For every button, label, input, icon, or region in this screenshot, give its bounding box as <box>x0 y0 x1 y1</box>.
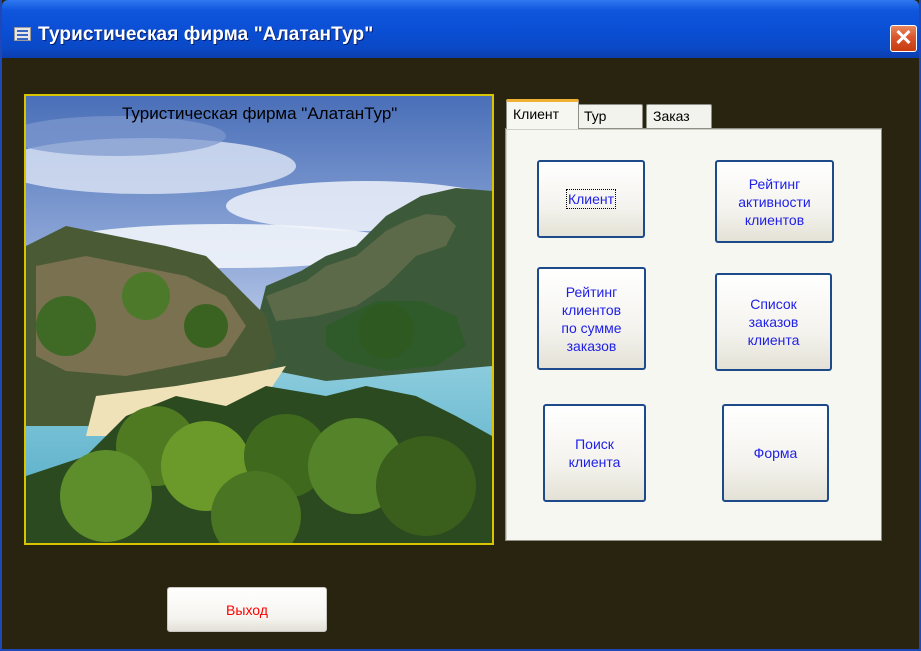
form-icon <box>14 27 31 41</box>
client-rating-by-order-sum-button[interactable]: Рейтинг клиентов по сумме заказов <box>537 267 646 370</box>
button-label-line: Список <box>750 296 797 312</box>
window-title: Туристическая фирма "АлатанТур" <box>38 24 374 45</box>
tab-client[interactable]: Клиент <box>506 99 579 129</box>
form-button[interactable]: Форма <box>722 404 829 502</box>
tropical-island-image: Туристическая фирма "АлатанТур" <box>24 94 494 545</box>
form-button-label: Форма <box>753 445 798 461</box>
button-label-line: клиента <box>747 332 800 348</box>
client-button[interactable]: Клиент <box>537 160 645 238</box>
app-window: Туристическая фирма "АлатанТур" ✕ Турист… <box>0 0 921 651</box>
button-label-line: по сумме <box>561 319 622 336</box>
tab-tour[interactable]: Тур <box>577 104 643 128</box>
client-search-button[interactable]: Поиск клиента <box>543 404 646 502</box>
button-label-line: клиентов <box>561 301 622 318</box>
picture-caption: Туристическая фирма "АлатанТур" <box>122 104 398 123</box>
exit-button-label: Выход <box>226 601 268 618</box>
exit-button[interactable]: Выход <box>167 587 327 632</box>
button-label-line: клиентов <box>744 211 805 228</box>
button-label-line: Поиск <box>575 436 614 452</box>
client-activity-rating-button[interactable]: Рейтинг активности клиентов <box>715 160 834 243</box>
close-button[interactable]: ✕ <box>890 25 917 52</box>
client-orders-list-button[interactable]: Список заказов клиента <box>715 273 832 371</box>
title-bar[interactable]: Туристическая фирма "АлатанТур" ✕ <box>2 0 919 58</box>
button-label-line: Рейтинг <box>748 175 801 192</box>
button-label-line: активности <box>738 193 811 210</box>
client-button-label: Клиент <box>565 189 617 209</box>
button-label-line: заказов <box>566 337 617 354</box>
button-label-line: Рейтинг <box>565 283 618 300</box>
button-label-line: заказов <box>748 314 799 330</box>
island-illustration <box>26 96 492 543</box>
button-label-line: клиента <box>568 454 621 470</box>
tab-order[interactable]: Заказ <box>646 104 712 128</box>
